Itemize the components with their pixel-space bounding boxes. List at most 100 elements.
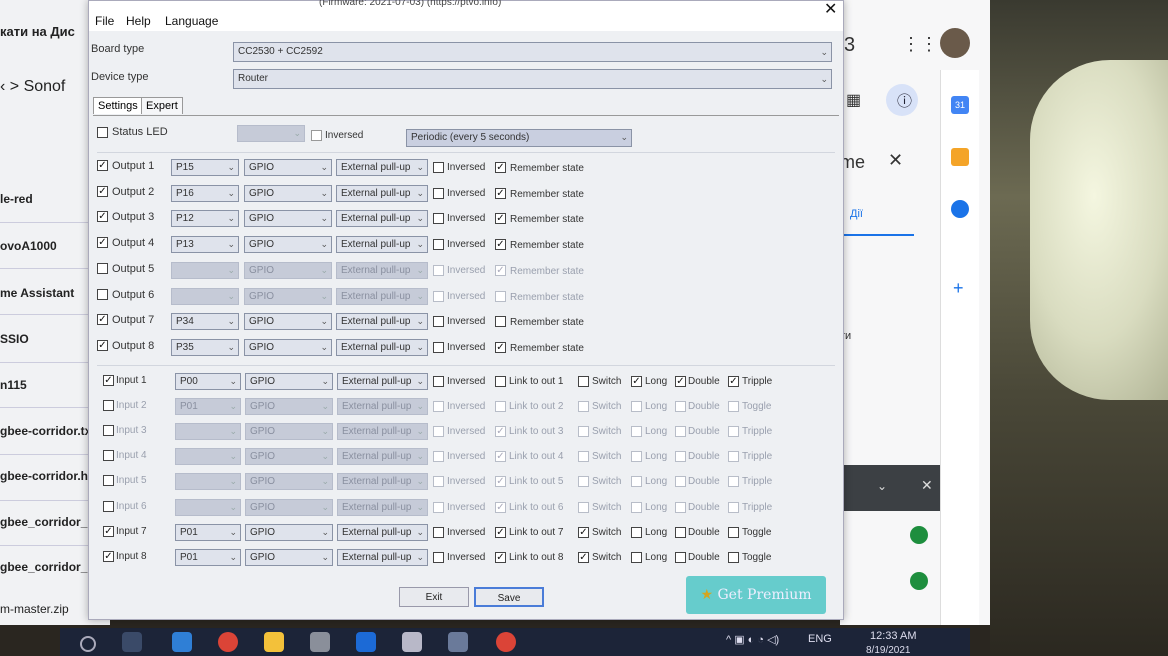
output-pin-select[interactable]: P15 ⌄ [171,159,239,176]
output-pull-select[interactable]: External pull-up ⌄ [336,287,428,305]
input-mode-checkbox[interactable] [728,501,739,513]
output-mode-select[interactable]: GPIO ⌄ [244,313,332,331]
input-enable-checkbox[interactable]: ✓ [103,550,114,562]
output-remember-checkbox[interactable]: ✓ [495,213,506,225]
input-switch-checkbox[interactable] [578,476,589,488]
input-link-checkbox[interactable]: ✓ [495,451,506,463]
input-mode-select[interactable]: GPIO ⌄ [245,498,333,516]
input-mode-checkbox[interactable] [728,401,739,413]
input-mode-select[interactable]: GPIO ⌄ [245,398,333,416]
list-item[interactable]: SSIO [0,332,29,346]
input-inversed-checkbox[interactable] [433,451,444,463]
output-inversed-checkbox[interactable] [433,187,444,199]
board-type-select[interactable]: CC2530 + CC2592 ⌄ [233,42,832,62]
output-pull-select[interactable]: External pull-up ⌄ [336,313,428,331]
info-icon[interactable]: ⓘ [886,84,918,116]
list-item[interactable]: gbee_corridor_1.t [0,515,101,529]
table-icon[interactable]: ▦ [846,90,861,110]
input-inversed-checkbox[interactable] [433,476,444,488]
input-long-checkbox[interactable] [631,501,642,513]
output-inversed-checkbox[interactable] [433,264,444,276]
input-long-checkbox[interactable]: ✓ [631,376,642,387]
mail-icon[interactable] [356,632,376,652]
input-long-checkbox[interactable] [631,401,642,413]
chrome-icon[interactable] [218,632,238,652]
menu-file[interactable]: File [95,14,114,28]
input-mode-checkbox[interactable] [728,476,739,488]
output-mode-select[interactable]: GPIO ⌄ [244,338,332,356]
output-remember-checkbox[interactable]: ✓ [495,239,506,251]
avatar[interactable] [940,28,970,58]
menu-help[interactable]: Help [126,14,151,28]
list-item[interactable]: n115 [0,378,27,392]
output-enable-checkbox[interactable]: ✓ [97,211,108,223]
output-pin-select[interactable]: ⌄ [171,261,239,279]
input-pull-select[interactable]: External pull-up ⌄ [337,473,428,491]
output-remember-checkbox[interactable]: ✓ [495,162,506,173]
output-remember-checkbox[interactable]: ✓ [495,264,506,276]
input-pin-select[interactable]: ⌄ [175,498,241,516]
input-pull-select[interactable]: External pull-up ⌄ [337,448,428,466]
output-remember-checkbox[interactable]: ✓ [495,341,506,353]
language-indicator[interactable]: ENG [808,633,832,645]
input-mode-select[interactable]: GPIO ⌄ [245,473,333,491]
tab-expert[interactable]: Expert [141,97,183,114]
input-pin-select[interactable]: ⌄ [175,473,241,491]
clock-time[interactable]: 12:33 AM [870,630,916,642]
folder-icon[interactable] [264,632,284,652]
input-switch-checkbox[interactable] [578,451,589,463]
input-pin-select[interactable]: P00 ⌄ [175,373,241,390]
input-enable-checkbox[interactable]: ✓ [103,375,114,386]
input-pin-select[interactable]: ⌄ [175,448,241,466]
input-long-checkbox[interactable] [631,426,642,438]
input-switch-checkbox[interactable] [578,376,589,387]
input-link-checkbox[interactable]: ✓ [495,476,506,488]
input-pull-select[interactable]: External pull-up ⌄ [337,498,428,516]
input-inversed-checkbox[interactable] [433,376,444,387]
output-pin-select[interactable]: P16 ⌄ [171,184,239,202]
output-enable-checkbox[interactable]: ✓ [97,314,108,326]
input-enable-checkbox[interactable] [103,400,114,412]
output-mode-select[interactable]: GPIO ⌄ [244,184,332,202]
output-enable-checkbox[interactable]: ✓ [97,185,108,197]
tab-actions[interactable]: Дії [850,208,863,220]
input-inversed-checkbox[interactable] [433,501,444,513]
output-mode-select[interactable]: GPIO ⌄ [244,261,332,279]
input-inversed-checkbox[interactable] [433,526,444,538]
input-link-checkbox[interactable]: ✓ [495,551,506,563]
output-pin-select[interactable]: P13 ⌄ [171,236,239,254]
input-switch-checkbox[interactable] [578,501,589,513]
list-item[interactable]: le-red [0,192,33,206]
output-inversed-checkbox[interactable] [433,290,444,302]
output-enable-checkbox[interactable]: ✓ [97,339,108,351]
input-inversed-checkbox[interactable] [433,426,444,438]
input-mode-checkbox[interactable]: ✓ [728,376,739,387]
status-led-pin-select[interactable]: ⌄ [237,125,305,142]
input-double-checkbox[interactable] [675,451,686,463]
input-long-checkbox[interactable] [631,551,642,563]
input-enable-checkbox[interactable] [103,425,114,437]
input-switch-checkbox[interactable] [578,426,589,438]
input-enable-checkbox[interactable]: ✓ [103,525,114,537]
search-icon[interactable] [80,636,96,652]
output-enable-checkbox[interactable] [97,288,108,300]
input-long-checkbox[interactable] [631,476,642,488]
input-mode-select[interactable]: GPIO ⌄ [245,548,333,566]
input-enable-checkbox[interactable] [103,475,114,487]
app-icon[interactable] [402,632,422,652]
list-item[interactable]: ovoA1000 [0,239,57,253]
input-long-checkbox[interactable] [631,451,642,463]
input-pin-select[interactable]: P01 ⌄ [175,548,241,566]
input-link-checkbox[interactable]: ✓ [495,526,506,538]
input-double-checkbox[interactable] [675,501,686,513]
menu-language[interactable]: Language [165,14,218,28]
input-link-checkbox[interactable]: ✓ [495,426,506,438]
output-pin-select[interactable]: P34 ⌄ [171,313,239,331]
input-mode-select[interactable]: GPIO ⌄ [245,448,333,466]
app-icon[interactable] [448,632,468,652]
device-type-select[interactable]: Router ⌄ [233,69,832,89]
output-inversed-checkbox[interactable] [433,162,444,173]
tasks-icon[interactable] [951,200,969,218]
input-mode-checkbox[interactable] [728,451,739,463]
input-pin-select[interactable]: ⌄ [175,423,241,441]
